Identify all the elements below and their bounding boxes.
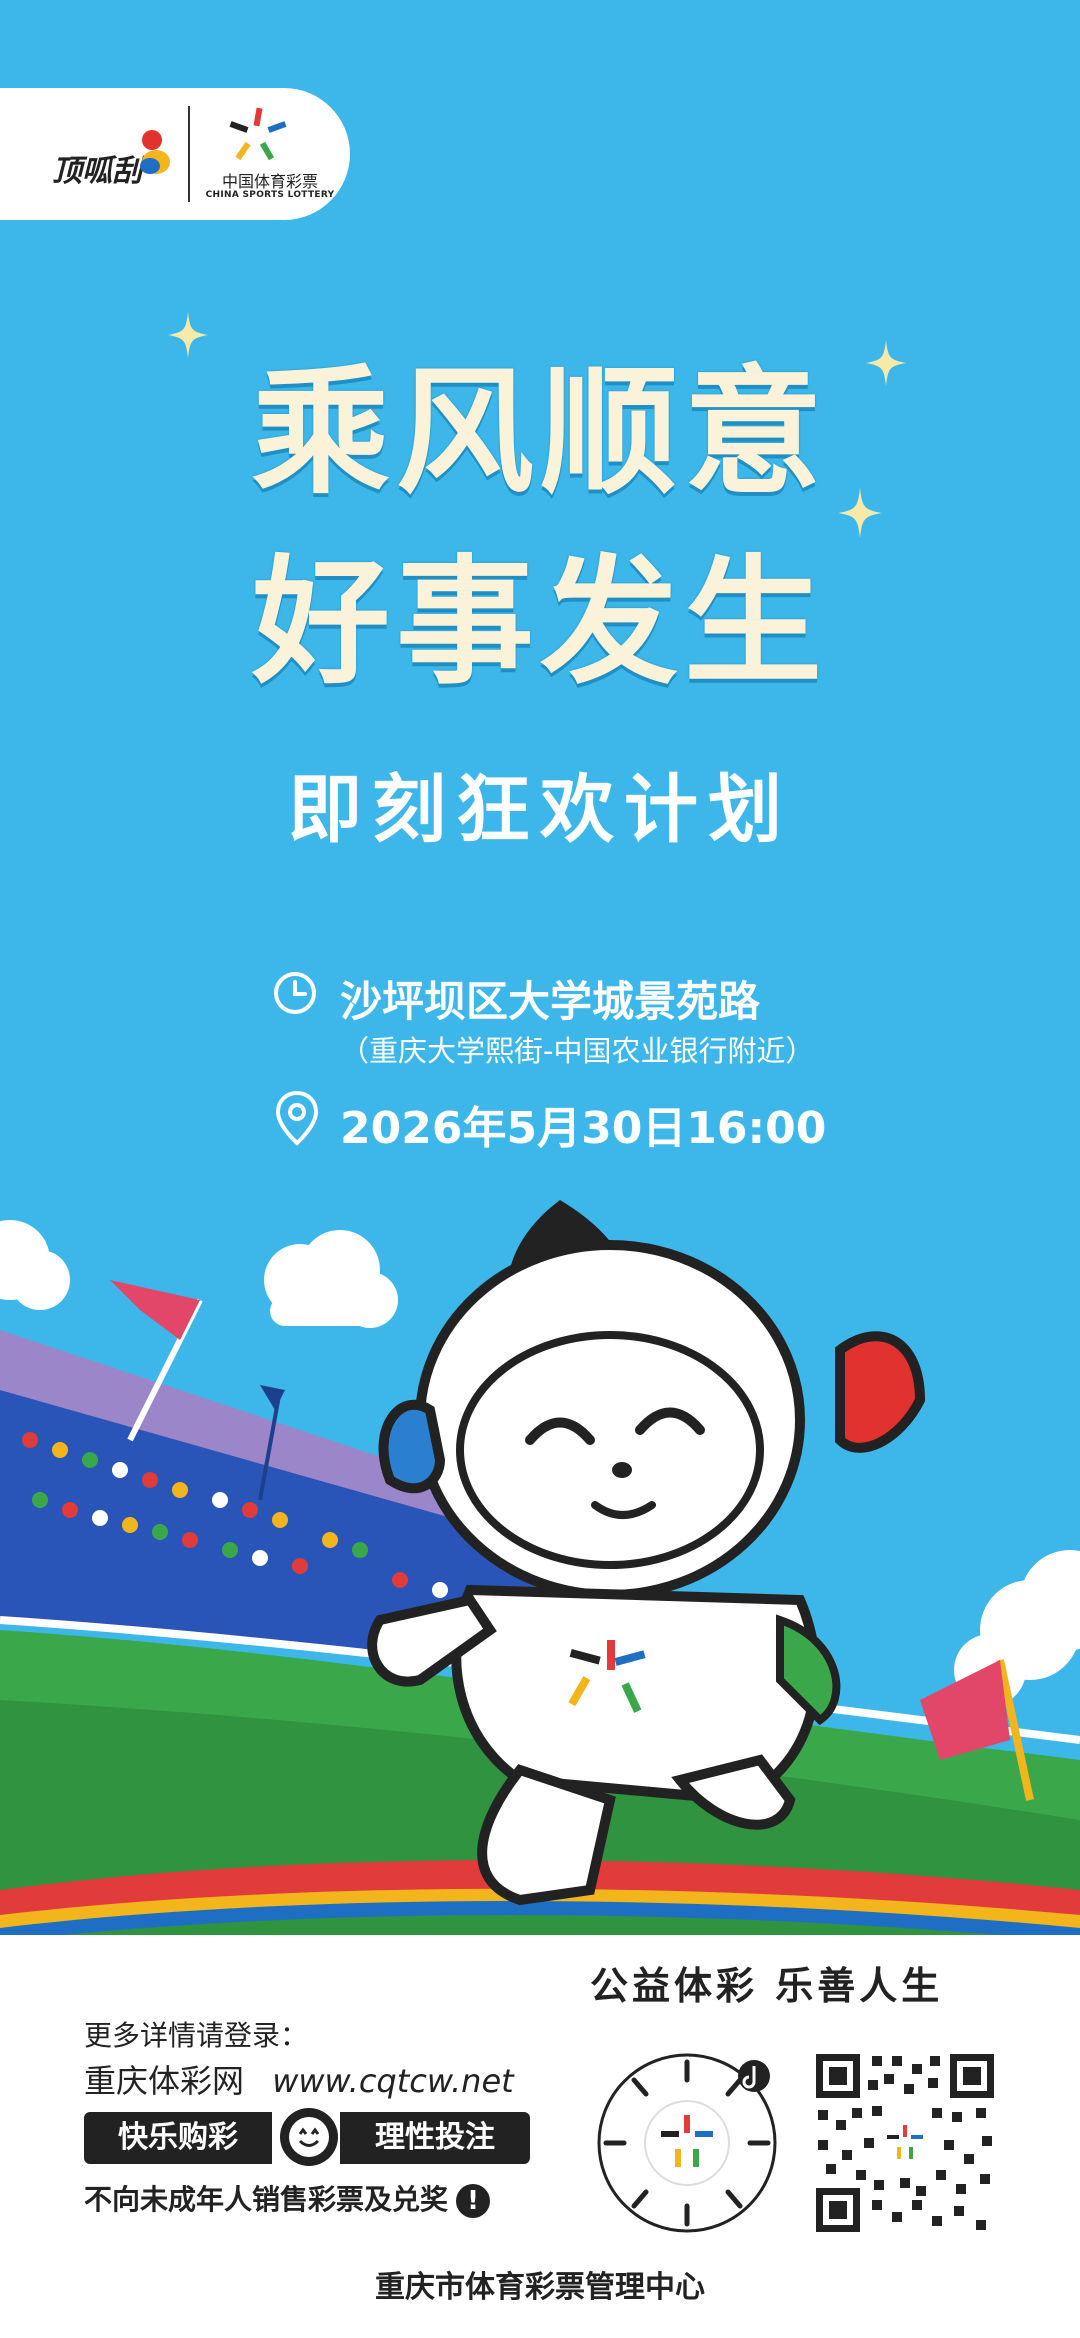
location-pin-icon [275,1090,319,1146]
organizer-name: 重庆市体育彩票管理中心 [375,2270,705,2305]
slogan: 公益体彩 乐善人生 [590,1963,944,2008]
event-location-detail: （重庆大学熙街-中国农业银行附近） [340,1034,815,1068]
logo-divider [188,106,190,202]
poster: 顶呱刮 中国体育彩票 CHINA SPORTS LOTTERY 乘风顺意 好事发… [0,0,1080,2338]
minor-notice-text: 不向未成年人销售彩票及兑奖 [84,2183,449,2216]
website-line: 重庆体彩网 www.cqtcw.net [84,2056,514,2102]
dingguagua-logo: 顶呱刮 [52,122,172,189]
badge-right-text: 理性投注 [340,2112,530,2164]
headline-line-2: 好事发生 [251,540,828,703]
responsible-gaming-badge: 快乐购彩 理性投注 [84,2108,530,2166]
logo-bar: 顶呱刮 中国体育彩票 CHINA SPORTS LOTTERY [0,88,350,220]
exclamation-icon: ! [456,2184,491,2218]
smiley-icon [280,2108,338,2166]
more-info-label: 更多详情请登录： [84,2019,309,2052]
clock-icon [274,972,316,1014]
event-datetime: 2026年5月30日16:00 [340,1103,827,1154]
event-location: 沙坪坝区大学城景苑路 [340,977,761,1026]
douyin-mini-code[interactable] [594,2050,780,2236]
stadium-mascot-illustration [0,1200,1080,1970]
minor-notice: 不向未成年人销售彩票及兑奖! [84,2178,491,2218]
badge-left-text: 快乐购彩 [84,2112,272,2164]
sports-lottery-name: 中国体育彩票 [221,172,318,191]
headline-line-1: 乘风顺意 [251,350,828,513]
sports-lottery-star-icon [229,107,287,161]
site-name: 重庆体彩网 [84,2062,245,2100]
qr-code[interactable] [812,2050,998,2236]
cloud [264,1230,398,1328]
sports-lottery-english: CHINA SPORTS LOTTERY [205,190,335,200]
event-subtitle: 即刻狂欢计划 [288,767,792,853]
site-url-link[interactable]: www.cqtcw.net [272,2062,514,2100]
